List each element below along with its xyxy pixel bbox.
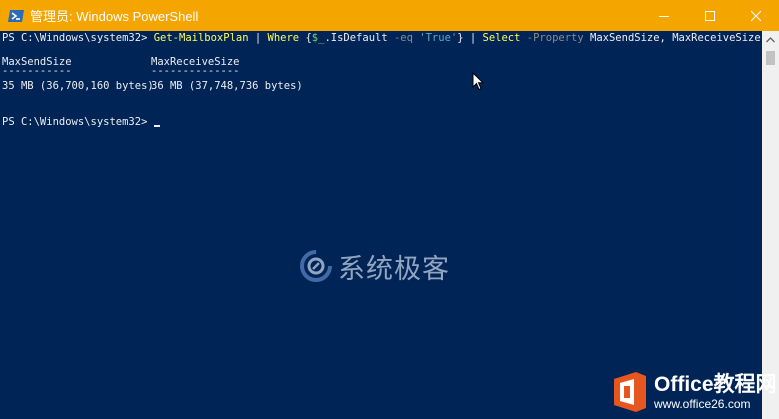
window-title: 管理员: Windows PowerShell bbox=[30, 9, 199, 24]
office-logo-icon bbox=[614, 372, 646, 412]
command-line: PS C:\Windows\system32> Get-MailboxPlan … bbox=[2, 31, 761, 45]
prompt-line: PS C:\Windows\system32> bbox=[2, 115, 160, 129]
powershell-icon bbox=[8, 9, 24, 22]
mouse-pointer-icon bbox=[472, 72, 484, 91]
property-args: MaxSendSize, MaxReceiveSize bbox=[583, 32, 761, 44]
watermark-corner: Office教程网 www.office26.com bbox=[612, 368, 777, 416]
maximize-button[interactable] bbox=[687, 0, 733, 31]
watermark-center: 系统极客 bbox=[298, 246, 450, 286]
console-output[interactable]: PS C:\Windows\system32> Get-MailboxPlan … bbox=[0, 31, 762, 419]
param-property: -Property bbox=[526, 32, 584, 44]
close-button[interactable] bbox=[733, 0, 779, 31]
pipe-operator: | bbox=[463, 32, 483, 44]
caption-buttons bbox=[641, 0, 779, 31]
string-literal: 'True' bbox=[419, 32, 458, 44]
powershell-window: 管理员: Windows PowerShell PS C:\Windows\sy… bbox=[0, 0, 779, 419]
scroll-up-button[interactable] bbox=[762, 31, 779, 48]
logo-swirl-icon bbox=[300, 250, 332, 282]
minimize-icon bbox=[659, 15, 669, 17]
vertical-scrollbar[interactable] bbox=[762, 31, 779, 419]
watermark-center-text: 系统极客 bbox=[338, 253, 450, 285]
minimize-button[interactable] bbox=[641, 0, 687, 31]
scrollbar-thumb[interactable] bbox=[766, 51, 775, 65]
cmdlet-where: Where bbox=[267, 32, 300, 44]
param-eq: -eq bbox=[393, 32, 413, 44]
maximize-icon bbox=[705, 10, 715, 21]
prompt: PS C:\Windows\system32> bbox=[2, 116, 154, 128]
watermark-corner-url: www.office26.com bbox=[654, 397, 751, 411]
pipeline-variable: $_ bbox=[311, 32, 325, 44]
close-icon bbox=[751, 10, 761, 21]
pipe-operator: | bbox=[248, 32, 268, 44]
cmdlet-get-mailboxplan: Get-MailboxPlan bbox=[153, 32, 249, 44]
table-cell-maxsendsize: 35 MB (36,700,160 bytes) bbox=[2, 80, 154, 92]
table-underline: -------------- bbox=[151, 65, 240, 77]
cmdlet-select: Select bbox=[482, 32, 521, 44]
table-cell-maxreceivesize: 36 MB (37,748,736 bytes) bbox=[151, 80, 303, 92]
text-cursor bbox=[153, 125, 160, 127]
prompt: PS C:\Windows\system32> bbox=[2, 32, 154, 44]
table-underline: ----------- bbox=[2, 65, 72, 77]
title-bar[interactable]: 管理员: Windows PowerShell bbox=[0, 0, 779, 31]
member-access: .IsDefault bbox=[324, 32, 394, 44]
watermark-corner-name: Office教程网 bbox=[654, 373, 777, 396]
chevron-up-icon bbox=[766, 36, 775, 42]
brace-open: { bbox=[299, 32, 312, 44]
